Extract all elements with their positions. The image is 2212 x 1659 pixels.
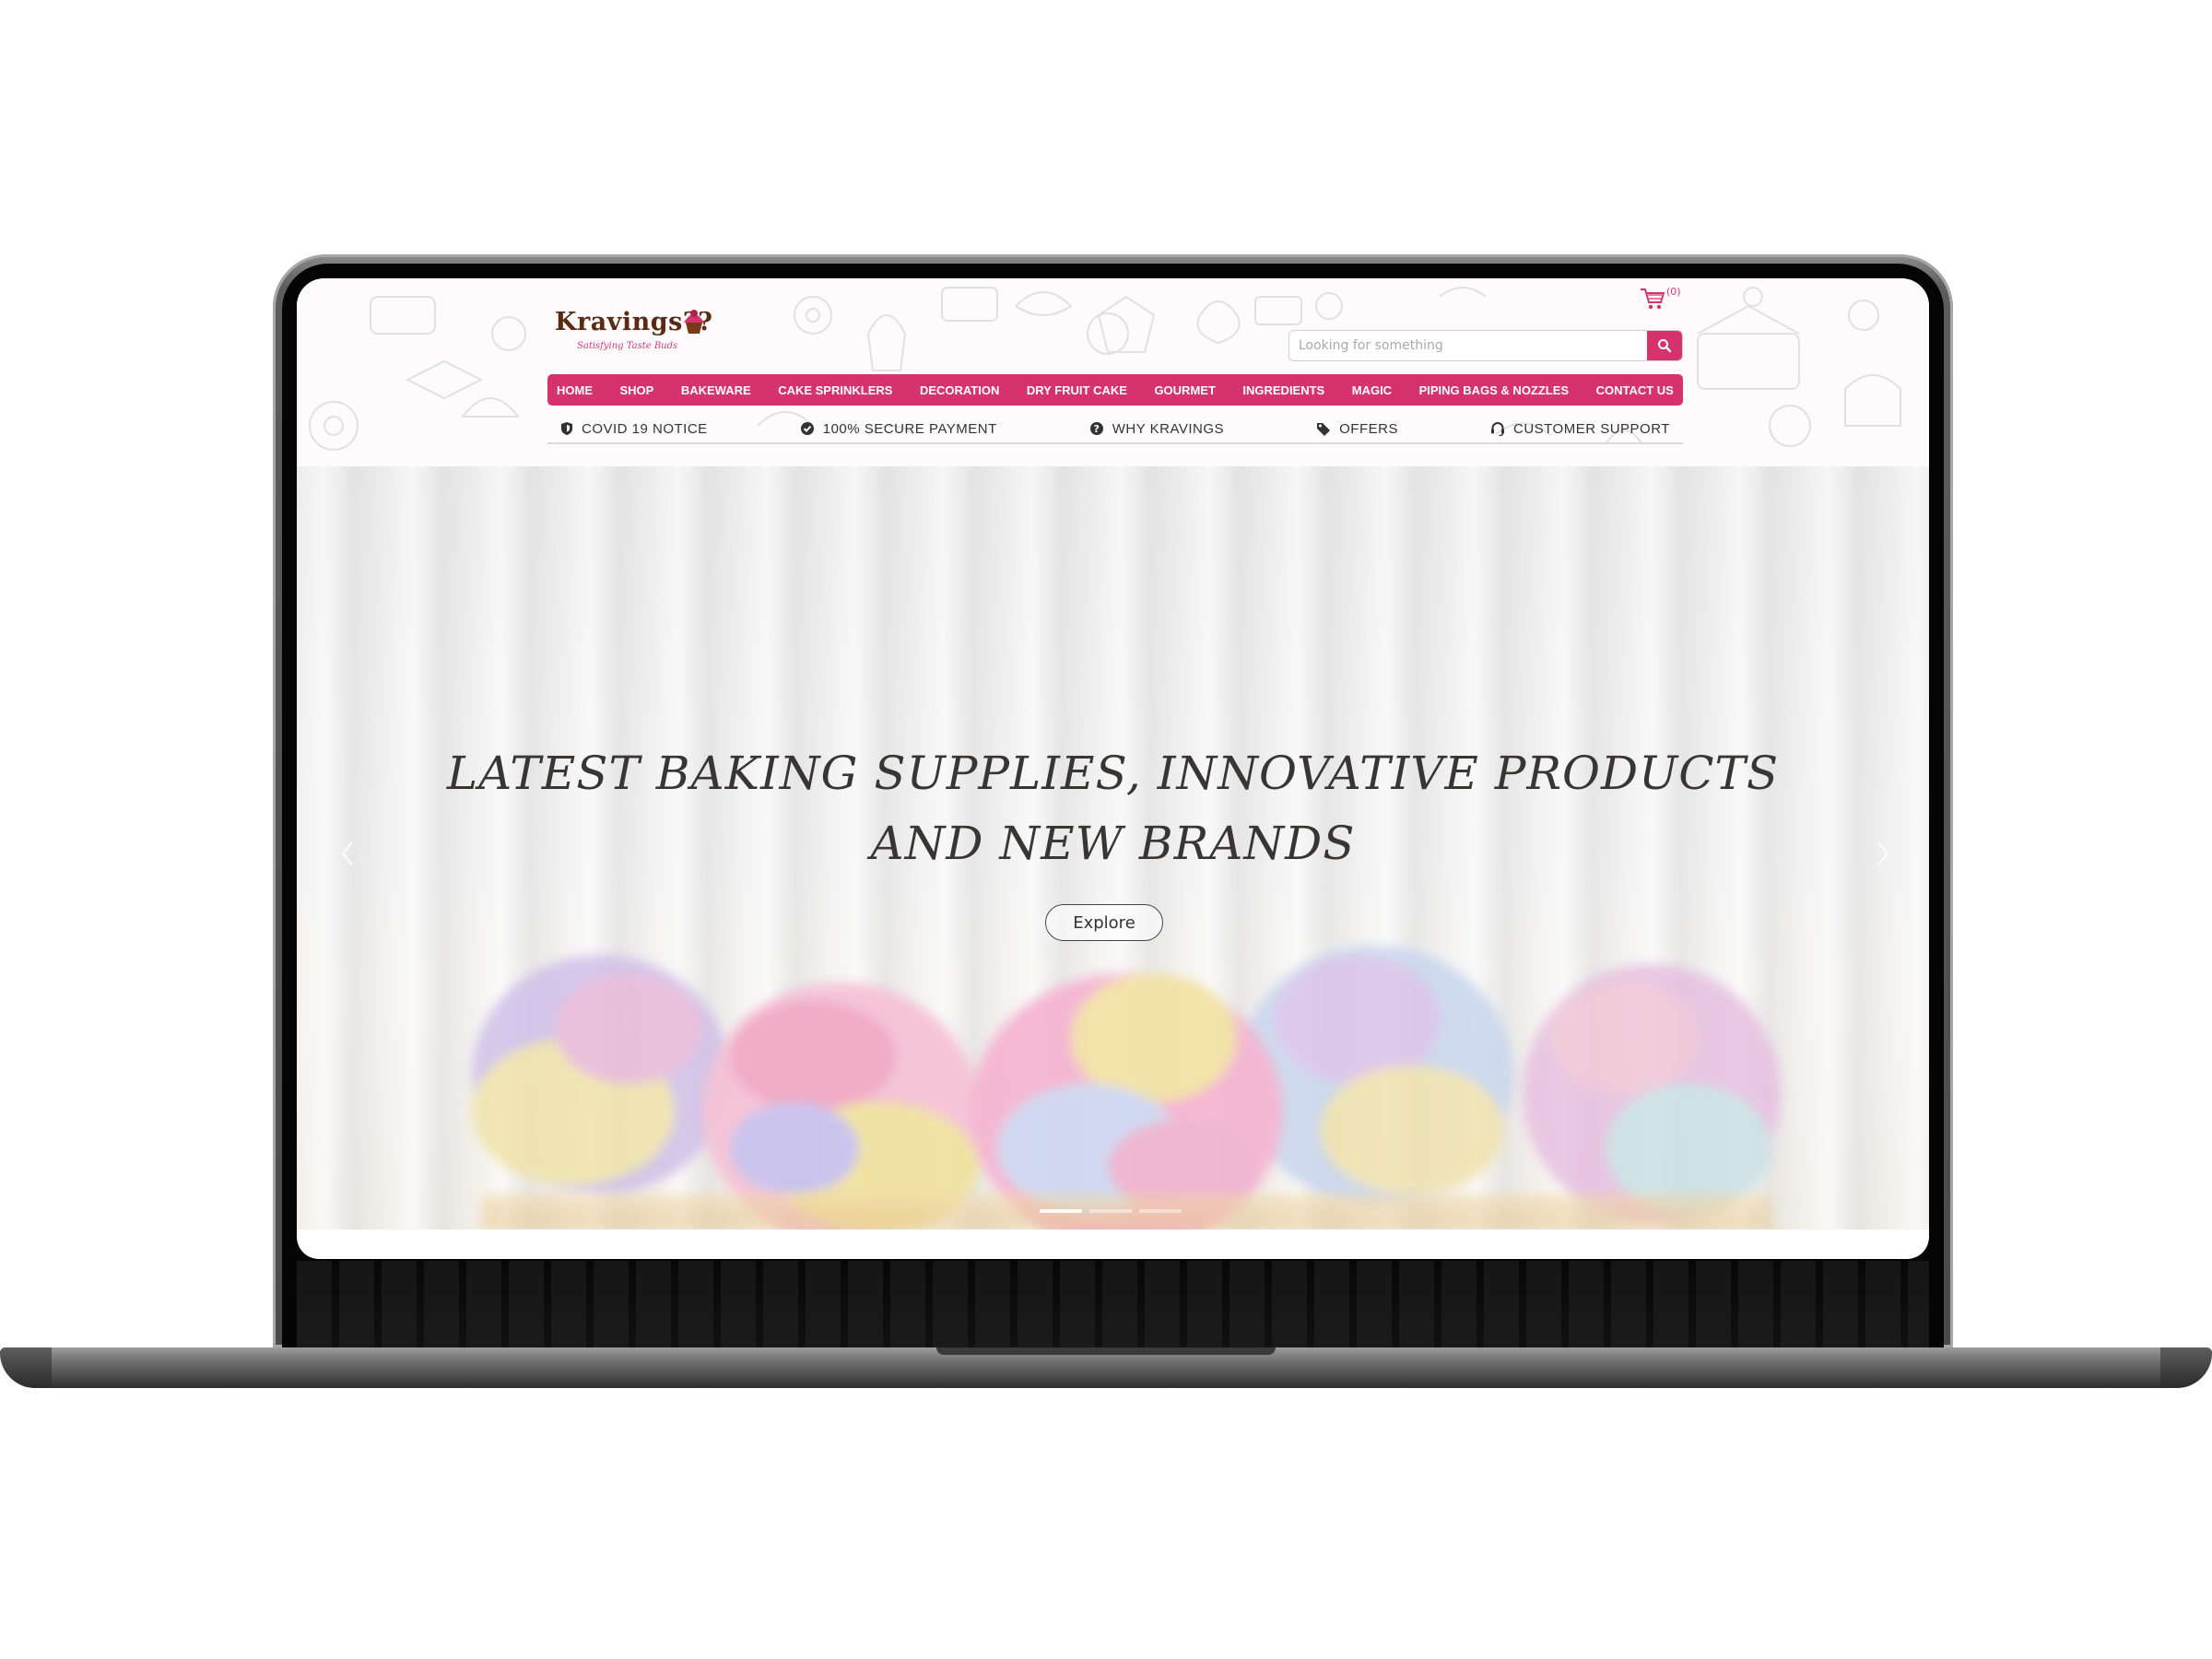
carousel-indicator-2[interactable] [1089, 1209, 1132, 1213]
carousel-next-button[interactable] [1869, 835, 1897, 872]
question-circle-icon: ? [1089, 422, 1103, 435]
logo-tagline: Satisfying Taste Buds [577, 341, 678, 351]
search-input[interactable] [1289, 331, 1647, 360]
laptop-base-edge-left [0, 1347, 52, 1388]
carousel-indicator-1[interactable] [1040, 1209, 1082, 1213]
info-customer-support-label: CUSTOMER SUPPORT [1512, 420, 1670, 437]
info-secure-payment[interactable]: 100% SECURE PAYMENT [800, 421, 997, 437]
nav-item-home[interactable]: HOME [557, 383, 593, 397]
info-secure-payment-label: 100% SECURE PAYMENT [822, 420, 997, 437]
chevron-right-icon [1877, 841, 1889, 865]
nav-item-cake-sprinklers[interactable]: CAKE SPRINKLERS [778, 383, 892, 397]
info-covid-notice[interactable]: COVID 19 NOTICE [560, 421, 708, 437]
info-bar: COVID 19 NOTICE 100% SECURE PAYMENT ? WH… [547, 415, 1683, 444]
explore-button[interactable]: Explore [1045, 904, 1163, 941]
nav-item-shop[interactable]: SHOP [620, 383, 654, 397]
search-icon [1658, 339, 1672, 353]
site-logo[interactable]: Kravings?? Satisfying Taste Buds [547, 306, 723, 361]
site-header: Kravings?? Satisfying Taste Buds (0) Loo… [297, 278, 1929, 466]
nav-item-ingredients[interactable]: INGREDIENTS [1242, 383, 1324, 397]
carousel-indicator-3[interactable] [1139, 1209, 1182, 1213]
svg-text:?: ? [1093, 423, 1100, 435]
nav-item-decoration[interactable]: DECORATION [920, 383, 999, 397]
info-customer-support[interactable]: CUSTOMER SUPPORT [1490, 421, 1670, 437]
search-button[interactable] [1647, 331, 1682, 360]
nav-item-magic[interactable]: MAGIC [1352, 383, 1392, 397]
carousel-prev-button[interactable] [334, 835, 361, 872]
check-circle-icon [800, 422, 814, 435]
laptop-notch [936, 1347, 1276, 1355]
keyboard-reflection [297, 1261, 1929, 1347]
nav-item-contact-us[interactable]: CONTACT US [1596, 383, 1674, 397]
laptop-base-edge-right [2160, 1347, 2212, 1388]
laptop-screen: Kravings?? Satisfying Taste Buds (0) Loo… [297, 278, 1929, 1259]
nav-item-dry-fruit-cake[interactable]: DRY FRUIT CAKE [1027, 383, 1127, 397]
nav-item-piping-bags-nozzles[interactable]: PIPING BAGS & NOZZLES [1419, 383, 1570, 397]
shield-icon [561, 422, 572, 435]
info-why-kravings-label: WHY KRAVINGS [1112, 420, 1225, 437]
carousel-indicators [1040, 1209, 1182, 1213]
cart-count: (0) [1666, 286, 1681, 298]
info-why-kravings[interactable]: ? WHY KRAVINGS [1089, 421, 1224, 437]
info-offers[interactable]: OFFERS [1316, 421, 1398, 437]
info-offers-label: OFFERS [1339, 420, 1398, 437]
nav-item-gourmet[interactable]: GOURMET [1154, 383, 1215, 397]
cupcake-logo-icon [684, 310, 704, 334]
tag-icon [1317, 423, 1331, 436]
search-bar [1288, 330, 1683, 361]
chevron-left-icon [341, 841, 353, 865]
cart-button[interactable]: (0) [1639, 286, 1694, 317]
nav-item-bakeware[interactable]: BAKEWARE [681, 383, 751, 397]
main-nav: HOME SHOP BAKEWARE CAKE SPRINKLERS DECOR… [547, 374, 1683, 406]
hero-carousel: LATEST BAKING SUPPLIES, INNOVATIVE PRODU… [297, 466, 1929, 1230]
hero-heading: LATEST BAKING SUPPLIES, INNOVATIVE PRODU… [435, 738, 1791, 878]
shopping-cart-icon [1641, 288, 1665, 310]
hero-heading-line-1: LATEST BAKING SUPPLIES, INNOVATIVE PRODU… [446, 747, 1780, 800]
mockup-canvas: Kravings?? Satisfying Taste Buds (0) Loo… [0, 0, 2212, 1659]
hero-heading-line-2: AND NEW BRANDS [870, 817, 1356, 870]
headset-icon [1490, 422, 1504, 436]
info-covid-label: COVID 19 NOTICE [582, 420, 708, 437]
